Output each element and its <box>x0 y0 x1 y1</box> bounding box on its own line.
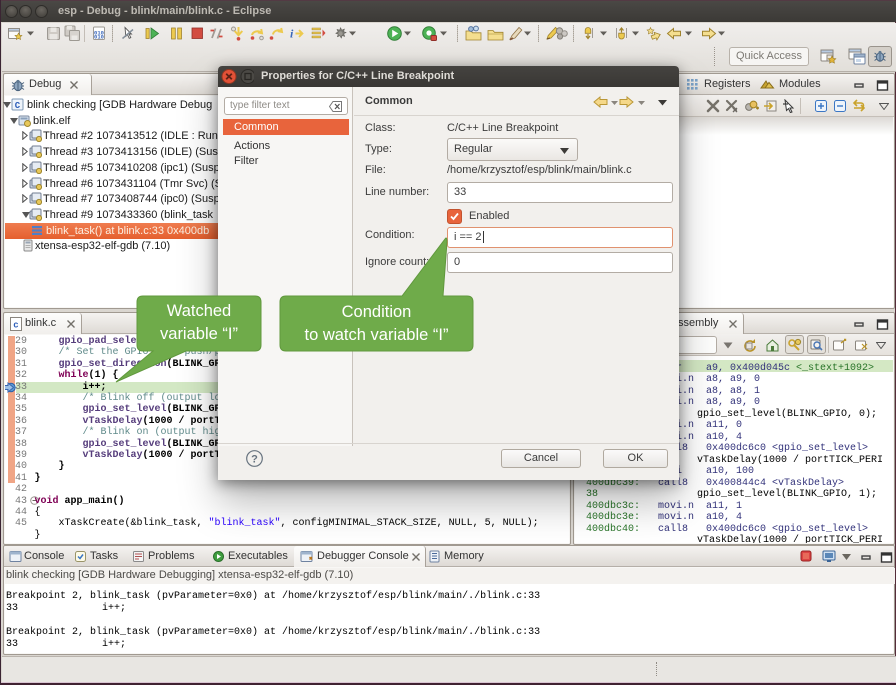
svg-text:i: i <box>290 27 294 41</box>
svg-text:?: ? <box>251 454 258 466</box>
svg-text:010: 010 <box>94 34 104 41</box>
svg-text:C: C <box>15 101 21 111</box>
svg-text:c: c <box>13 321 18 331</box>
